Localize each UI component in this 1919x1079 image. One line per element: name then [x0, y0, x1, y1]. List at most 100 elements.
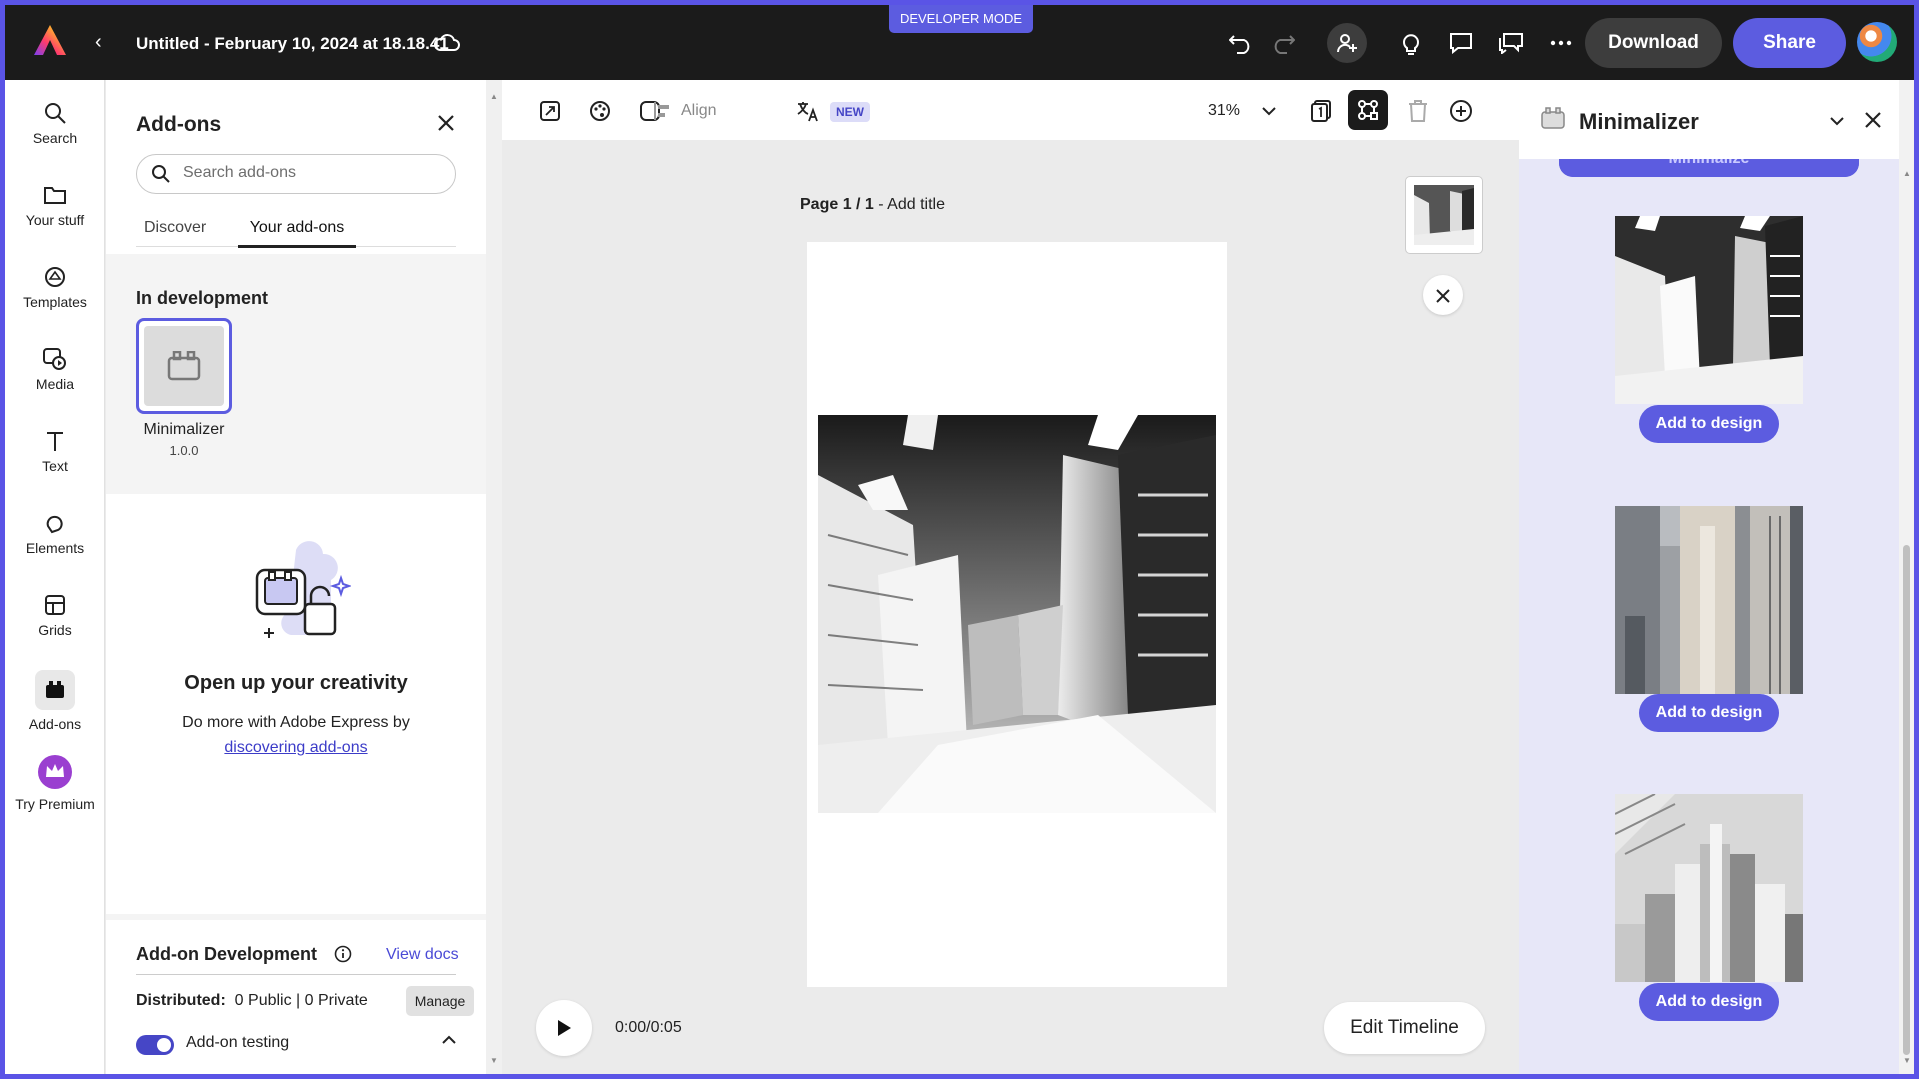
scroll-down-arrow-icon[interactable]: ▼ [490, 1056, 498, 1065]
rail-label: Try Premium [15, 796, 95, 812]
rail-label: Add-ons [28, 716, 82, 732]
minimalizer-panel-title: Minimalizer [1579, 109, 1699, 134]
top-bar: ‹ Untitled - February 10, 2024 at 18.18.… [5, 5, 1914, 80]
add-to-design-button-3[interactable]: Add to design [1639, 983, 1779, 1021]
minimalize-label: Minimalize [1559, 159, 1859, 168]
user-avatar[interactable] [1857, 22, 1897, 62]
result-image-3[interactable] [1615, 794, 1803, 982]
scroll-up-arrow-icon[interactable]: ▲ [490, 92, 498, 101]
scrollbar-thumb[interactable] [1903, 545, 1910, 1055]
tab-discover[interactable]: Discover [144, 219, 206, 237]
search-addons-field[interactable] [136, 154, 456, 194]
edit-timeline-button[interactable]: Edit Timeline [1324, 1002, 1485, 1054]
rail-item-text[interactable]: Text [5, 424, 105, 474]
theme-palette-icon[interactable] [589, 99, 611, 123]
add-page-icon[interactable] [1449, 99, 1473, 123]
addon-development-section: Add-on Development View docs Distributed… [106, 920, 486, 1074]
crown-icon [5, 752, 105, 792]
add-to-design-button-1[interactable]: Add to design [1639, 405, 1779, 443]
invite-collaborator-icon[interactable] [1327, 23, 1367, 63]
scroll-up-arrow-icon[interactable]: ▲ [1903, 169, 1911, 178]
addon-placeholder-icon [144, 326, 224, 406]
developer-mode-badge: DEVELOPER MODE [889, 5, 1033, 33]
rail-item-grids[interactable]: Grids [5, 588, 105, 638]
search-icon [151, 164, 171, 189]
adobe-express-logo[interactable] [33, 24, 67, 56]
tab-your-addons[interactable]: Your add-ons [238, 219, 356, 248]
rail-item-elements[interactable]: Elements [5, 506, 105, 556]
templates-icon [5, 260, 105, 294]
addons-panel-title: Add-ons [136, 113, 222, 136]
share-review-icon[interactable] [1497, 29, 1525, 57]
rail-item-your-stuff[interactable]: Your stuff [5, 178, 105, 228]
align-left-icon [654, 102, 669, 120]
distributed-value: 0 Public | 0 Private [234, 992, 368, 1009]
addon-testing-toggle[interactable] [136, 1035, 174, 1055]
share-button[interactable]: Share [1733, 18, 1846, 68]
addons-panel: Add-ons Discover Your add-ons In develop… [106, 80, 486, 1074]
manage-button[interactable]: Manage [406, 986, 474, 1016]
back-chevron-icon[interactable]: ‹ [95, 31, 102, 54]
addons-icon [5, 670, 105, 710]
rail-item-templates[interactable]: Templates [5, 260, 105, 310]
canvas-image[interactable] [818, 415, 1216, 813]
page-number: Page 1 / 1 [800, 196, 874, 213]
addon-version: 1.0.0 [169, 443, 199, 458]
scroll-down-arrow-icon[interactable]: ▼ [1903, 1056, 1911, 1065]
minimalize-button-visible[interactable]: Minimalize [1559, 159, 1859, 177]
play-button[interactable] [536, 1000, 592, 1056]
rail-item-addons[interactable]: Add-ons [5, 670, 105, 732]
add-title-placeholder[interactable]: - Add title [878, 196, 945, 213]
rail-label: Grids [38, 622, 72, 638]
align-tool[interactable]: Align [653, 99, 717, 123]
chevron-up-icon[interactable] [442, 1032, 456, 1050]
layers-grid-icon[interactable] [1348, 90, 1388, 130]
minimalizer-panel-scrollbar[interactable]: ▲ ▼ [1899, 80, 1914, 1074]
info-icon[interactable] [334, 945, 352, 968]
result-image-2[interactable] [1615, 506, 1803, 694]
undo-icon[interactable] [1227, 29, 1255, 57]
design-page[interactable] [807, 242, 1227, 987]
rail-item-media[interactable]: Media [5, 342, 105, 392]
download-button[interactable]: Download [1585, 18, 1722, 68]
view-docs-link[interactable]: View docs [386, 946, 459, 964]
add-to-design-button-2[interactable]: Add to design [1639, 694, 1779, 732]
result-image-1[interactable] [1615, 216, 1803, 404]
cloud-sync-icon[interactable] [433, 31, 461, 53]
page-label[interactable]: Page 1 / 1 - Add title [800, 196, 945, 214]
lightbulb-icon[interactable] [1397, 29, 1425, 57]
minimalizer-panel: Minimalize Minimalizer Minimalize Add [1519, 80, 1899, 1074]
close-icon[interactable] [437, 111, 455, 139]
trash-icon[interactable] [1408, 99, 1428, 123]
addons-panel-scrollbar[interactable]: ▲ ▼ [486, 80, 502, 1074]
promo-title: Open up your creativity [184, 672, 408, 694]
redo-icon[interactable] [1269, 29, 1297, 57]
close-icon[interactable] [1423, 275, 1463, 315]
page-thumbnail[interactable] [1405, 176, 1483, 254]
pages-icon[interactable] [1310, 99, 1332, 123]
rail-label: Search [32, 130, 78, 146]
addons-panel-header: Add-ons Discover Your add-ons [106, 80, 486, 254]
distributed-label: Distributed: [136, 992, 226, 1009]
addons-illustration [255, 541, 351, 638]
media-icon [5, 342, 105, 376]
search-icon [5, 96, 105, 130]
chevron-down-icon [1262, 106, 1276, 115]
rail-item-try-premium[interactable]: Try Premium [5, 752, 105, 812]
translate-icon[interactable] [797, 99, 819, 123]
search-addons-input[interactable] [183, 164, 433, 182]
close-icon[interactable] [1865, 108, 1881, 134]
rail-item-search[interactable]: Search [5, 96, 105, 146]
resize-icon[interactable] [539, 99, 561, 123]
document-title[interactable]: Untitled - February 10, 2024 at 18.18.41 [136, 34, 449, 54]
comment-icon[interactable] [1447, 29, 1475, 57]
left-rail: Search Your stuff Templates Media Text E… [5, 80, 105, 1074]
discover-addons-link[interactable]: discovering add-ons [224, 739, 367, 756]
addon-card-minimalizer[interactable] [136, 318, 232, 414]
playback-time: 0:00/0:05 [615, 1019, 682, 1036]
chevron-down-icon[interactable] [1830, 110, 1844, 131]
addon-name: Minimalizer [143, 421, 225, 438]
addon-icon [1541, 107, 1565, 134]
more-options-icon[interactable] [1547, 29, 1575, 57]
zoom-level[interactable]: 31% [1208, 99, 1276, 123]
